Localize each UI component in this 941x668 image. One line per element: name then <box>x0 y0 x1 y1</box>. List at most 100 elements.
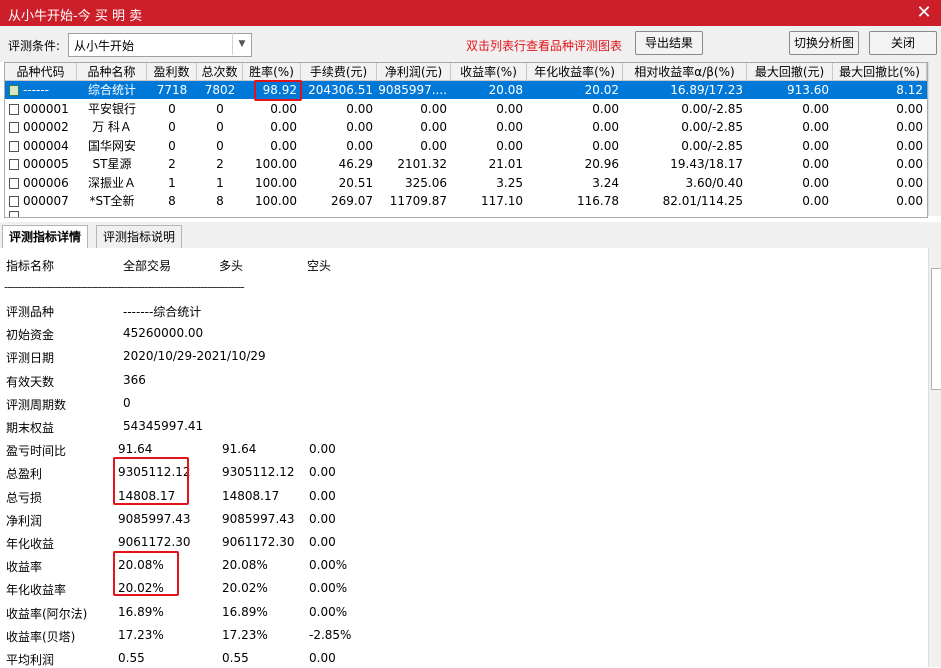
cell-net-profit: 9085997.... <box>378 83 447 97</box>
close-icon[interactable]: ✕ <box>911 1 937 25</box>
detail-metric-name: 年化收益 <box>6 537 55 551</box>
cell-profit-count: 0 <box>168 138 176 153</box>
detail-value-short: 0.00% <box>309 558 348 573</box>
table-scrollbar[interactable] <box>928 62 941 216</box>
summary-grid-icon <box>9 85 19 96</box>
column-header[interactable]: 总次数 <box>197 63 243 81</box>
cell-max-drawdown-ratio: 0.00 <box>896 194 923 208</box>
window-title: 从小牛开始-今 买 明 卖 <box>8 9 143 24</box>
detail-value-short: 0.00 <box>309 535 336 549</box>
detail-value-long: 14808.17 <box>222 488 280 503</box>
document-icon <box>9 140 19 152</box>
cell-annual-return: 116.78 <box>577 194 619 208</box>
cell-alpha-beta: 3.60/0.40 <box>685 175 743 190</box>
detail-value-short: 0.00% <box>309 581 348 596</box>
column-header[interactable]: 收益率(%) <box>451 63 527 81</box>
chevron-down-icon[interactable]: ▼ <box>232 33 251 55</box>
detail-metric-name: 净利润 <box>6 513 43 528</box>
detail-value-all: 54345997.41 <box>123 419 204 433</box>
cell-name: 万 科Ａ <box>92 120 132 134</box>
cell-win-rate: 0.00 <box>270 101 297 116</box>
details-panel: 指标名称 全部交易 多头 空头 ------------------------… <box>0 248 928 667</box>
detail-value-all: 9085997.43 <box>118 511 191 526</box>
results-table[interactable]: 品种代码 品种名称 盈利数 总次数 胜率(%) 手续费(元) 净利润(元) 收益… <box>4 62 928 218</box>
details-header-all: 全部交易 <box>123 259 172 273</box>
cell-max-drawdown-ratio: 0.00 <box>896 120 923 134</box>
details-scrollbar-thumb[interactable] <box>931 268 941 390</box>
detail-value-short: -2.85% <box>309 627 352 642</box>
cell-net-profit: 2101.32 <box>397 157 447 171</box>
column-header[interactable]: 最大回撤(元) <box>747 63 833 81</box>
column-header[interactable]: 年化收益率(%) <box>527 63 623 81</box>
detail-metric-name: 收益率(贝塔) <box>6 629 76 644</box>
detail-metric-name: 评测日期 <box>6 351 55 366</box>
cell-fee: 0.00 <box>346 120 373 134</box>
cell-max-drawdown: 0.00 <box>802 194 829 208</box>
cell-max-drawdown: 0.00 <box>802 120 829 134</box>
export-button[interactable]: 导出结果 <box>635 31 703 55</box>
detail-value-long: 16.89% <box>222 604 268 619</box>
detail-value-all: 366 <box>123 372 146 387</box>
cell-return: 0.00 <box>496 101 523 116</box>
detail-value-short: 0.00% <box>309 604 348 619</box>
close-button[interactable]: 关闭 <box>869 31 937 55</box>
detail-value-all: 16.89% <box>118 604 164 619</box>
tab-metrics-detail[interactable]: 评测指标详情 <box>2 225 89 249</box>
cell-win-rate: 100.00 <box>255 157 297 171</box>
cell-alpha-beta: 0.00/-2.85 <box>681 120 743 134</box>
cell-annual-return: 3.24 <box>592 175 619 190</box>
cell-total-count: 0 <box>216 138 224 153</box>
cell-profit-count: 2 <box>168 157 176 171</box>
detail-metric-name: 平均利润 <box>6 653 55 667</box>
detail-metric-name: 总亏损 <box>6 490 43 505</box>
details-header-metric: 指标名称 <box>6 259 55 273</box>
cell-annual-return: 0.00 <box>592 120 619 134</box>
cell-return: 117.10 <box>481 194 523 208</box>
column-header[interactable]: 净利润(元) <box>377 63 451 81</box>
cell-annual-return: 0.00 <box>592 101 619 116</box>
column-header[interactable]: 相对收益率α/β(%) <box>623 63 747 81</box>
cell-max-drawdown-ratio: 8.12 <box>896 83 923 97</box>
detail-value-short: 0.00 <box>309 442 336 457</box>
cell-name: 综合统计 <box>87 83 136 97</box>
cell-win-rate: 100.00 <box>255 194 297 208</box>
cell-fee: 0.00 <box>346 101 373 116</box>
cell-profit-count: 0 <box>168 120 176 134</box>
cell-net-profit: 325.06 <box>405 175 447 190</box>
detail-value-long: 20.08% <box>222 558 268 573</box>
tab-metrics-explanation[interactable]: 评测指标说明 <box>96 225 183 248</box>
cell-profit-count: 1 <box>168 175 176 190</box>
cell-return: 3.25 <box>496 175 523 190</box>
cell-return: 21.01 <box>488 157 523 171</box>
details-divider: ----------------------------------------… <box>4 280 245 294</box>
column-header[interactable]: 品种名称 <box>77 63 147 81</box>
cell-name: 平安银行 <box>87 101 136 116</box>
detail-metric-name: 有效天数 <box>6 374 55 389</box>
cell-alpha-beta: 16.89/17.23 <box>670 83 743 97</box>
column-header[interactable]: 胜率(%) <box>243 63 301 81</box>
cell-profit-count: 7718 <box>156 83 188 97</box>
cell-total-count: 7802 <box>204 83 236 97</box>
switch-chart-button[interactable]: 切换分析图 <box>789 31 859 55</box>
cell-total-count: 0 <box>216 101 224 116</box>
cell-alpha-beta: 0.00/-2.85 <box>681 138 743 153</box>
details-header-short: 空头 <box>307 259 332 273</box>
detail-value-long: 91.64 <box>222 442 257 457</box>
cell-fee: 20.51 <box>338 175 373 190</box>
cell-name: 国华网安 <box>87 138 136 153</box>
detail-value-all: 91.64 <box>118 442 153 457</box>
document-icon <box>9 159 19 170</box>
condition-value: 从小牛开始 <box>74 39 135 53</box>
column-header[interactable]: 盈利数 <box>147 63 197 81</box>
cell-fee: 46.29 <box>338 157 373 171</box>
detail-value-all: 9061172.30 <box>118 535 191 549</box>
cell-name: *ST全新 <box>89 194 135 208</box>
column-header[interactable]: 最大回撤比(%) <box>833 63 927 81</box>
column-header[interactable]: 手续费(元) <box>301 63 377 81</box>
cell-total-count: 8 <box>216 194 224 208</box>
cell-alpha-beta: 0.00/-2.85 <box>681 101 743 116</box>
detail-value-long: 0.55 <box>222 651 249 665</box>
detail-value-long: 9085997.43 <box>222 511 295 526</box>
row-doc-icon <box>9 211 19 217</box>
column-header[interactable]: 品种代码 <box>5 63 77 81</box>
